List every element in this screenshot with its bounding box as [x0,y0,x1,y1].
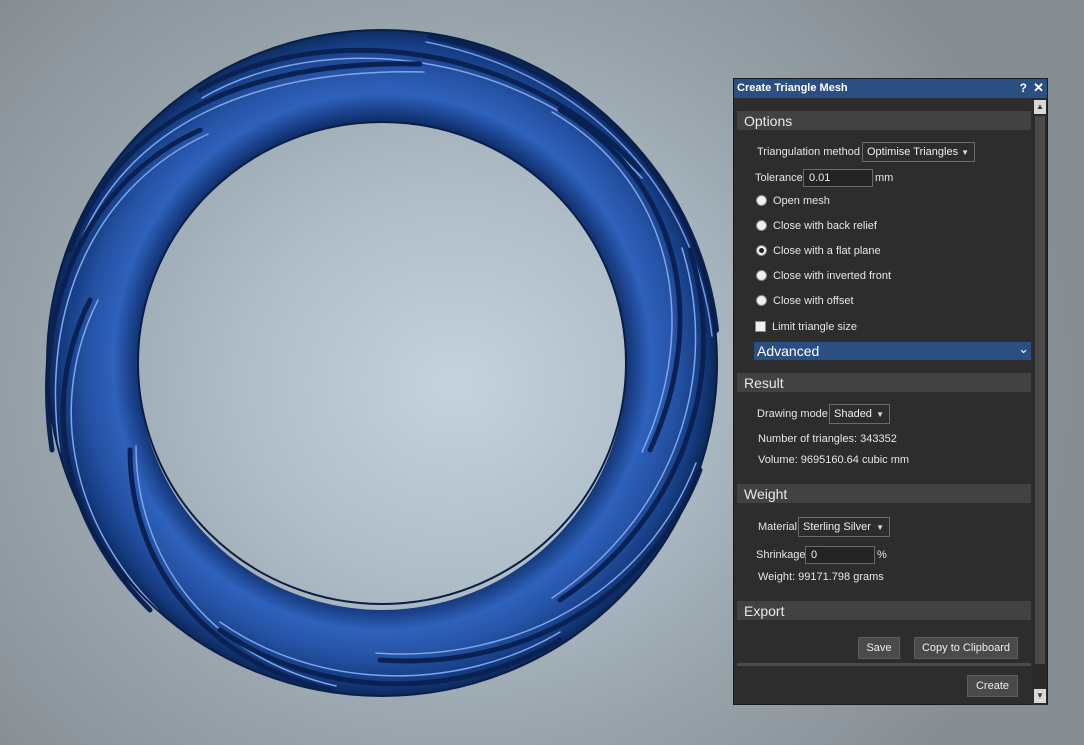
help-icon[interactable]: ? [1020,81,1027,95]
dialog-title: Create Triangle Mesh [737,82,848,94]
export-header-label: Export [744,603,785,619]
tolerance-value: 0.01 [809,172,831,184]
dropdown-arrow-icon: ▼ [876,410,884,419]
scroll-thumb[interactable] [1035,116,1045,664]
advanced-label: Advanced [757,343,820,359]
radio-open-mesh[interactable] [756,195,767,206]
shrinkage-input[interactable]: 0 [805,546,875,564]
radio-close-inverted-front[interactable] [756,270,767,281]
advanced-expander[interactable]: Advanced ⌄ [754,341,1031,360]
volume-text: Volume: 9695160.64 cubic mm [758,454,910,466]
limit-triangle-size-checkbox[interactable] [755,321,766,332]
triangulation-method-select[interactable]: Optimise Triangles ▼ [862,142,975,162]
tolerance-label: Tolerance [755,172,803,184]
shrinkage-unit: % [877,549,887,561]
scroll-up-arrow-icon[interactable]: ▲ [1034,100,1046,114]
options-section-header[interactable]: Options [737,111,1031,130]
radio-close-with-offset-label[interactable]: Close with offset [773,295,854,307]
weight-header-label: Weight [744,486,788,502]
result-header-label: Result [744,375,784,391]
dropdown-arrow-icon: ▼ [876,523,884,532]
options-header-label: Options [744,113,793,129]
weight-section-header[interactable]: Weight [737,484,1031,503]
shrinkage-value: 0 [811,549,818,561]
drawing-mode-select[interactable]: Shaded ▼ [829,404,890,424]
dropdown-arrow-icon: ▼ [961,148,969,157]
triangulation-method-label: Triangulation method [757,146,860,158]
export-section-header[interactable]: Export [737,601,1031,620]
radio-close-flat-plane-label[interactable]: Close with a flat plane [773,245,881,257]
save-button[interactable]: Save [858,637,900,659]
radio-close-flat-plane[interactable] [756,245,767,256]
drawing-mode-label: Drawing mode [757,408,828,420]
radio-open-mesh-label[interactable]: Open mesh [773,195,830,207]
chevron-down-icon: ⌄ [1018,341,1029,356]
limit-triangle-size-label[interactable]: Limit triangle size [772,321,857,333]
material-label: Material [758,521,798,533]
dialog-titlebar[interactable]: Create Triangle Mesh ? ✕ [734,79,1047,98]
shrinkage-label: Shrinkage [756,549,806,561]
material-value: Sterling Silver [803,521,871,533]
radio-close-inverted-front-label[interactable]: Close with inverted front [773,270,891,282]
close-icon[interactable]: ✕ [1033,80,1044,96]
vertical-scrollbar[interactable]: ▲ ▼ [1033,98,1047,705]
triangulation-method-value: Optimise Triangles [867,146,959,158]
result-section-header[interactable]: Result [737,373,1031,392]
create-triangle-mesh-dialog: Create Triangle Mesh ? ✕ ▲ ▼ Options Tri… [733,78,1048,705]
footer-divider [737,663,1031,666]
radio-close-with-offset[interactable] [756,295,767,306]
create-button[interactable]: Create [967,675,1018,697]
material-select[interactable]: Sterling Silver ▼ [798,517,890,537]
triangle-count-text: Number of triangles: 343352 [758,433,897,445]
radio-close-back-relief-label[interactable]: Close with back relief [773,220,877,232]
tolerance-unit: mm [875,172,894,184]
radio-close-back-relief[interactable] [756,220,767,231]
scroll-down-arrow-icon[interactable]: ▼ [1034,689,1046,703]
tolerance-input[interactable]: 0.01 [803,169,873,187]
weight-text: Weight: 99171.798 grams [758,571,884,583]
drawing-mode-value: Shaded [834,408,872,420]
copy-to-clipboard-button[interactable]: Copy to Clipboard [914,637,1018,659]
